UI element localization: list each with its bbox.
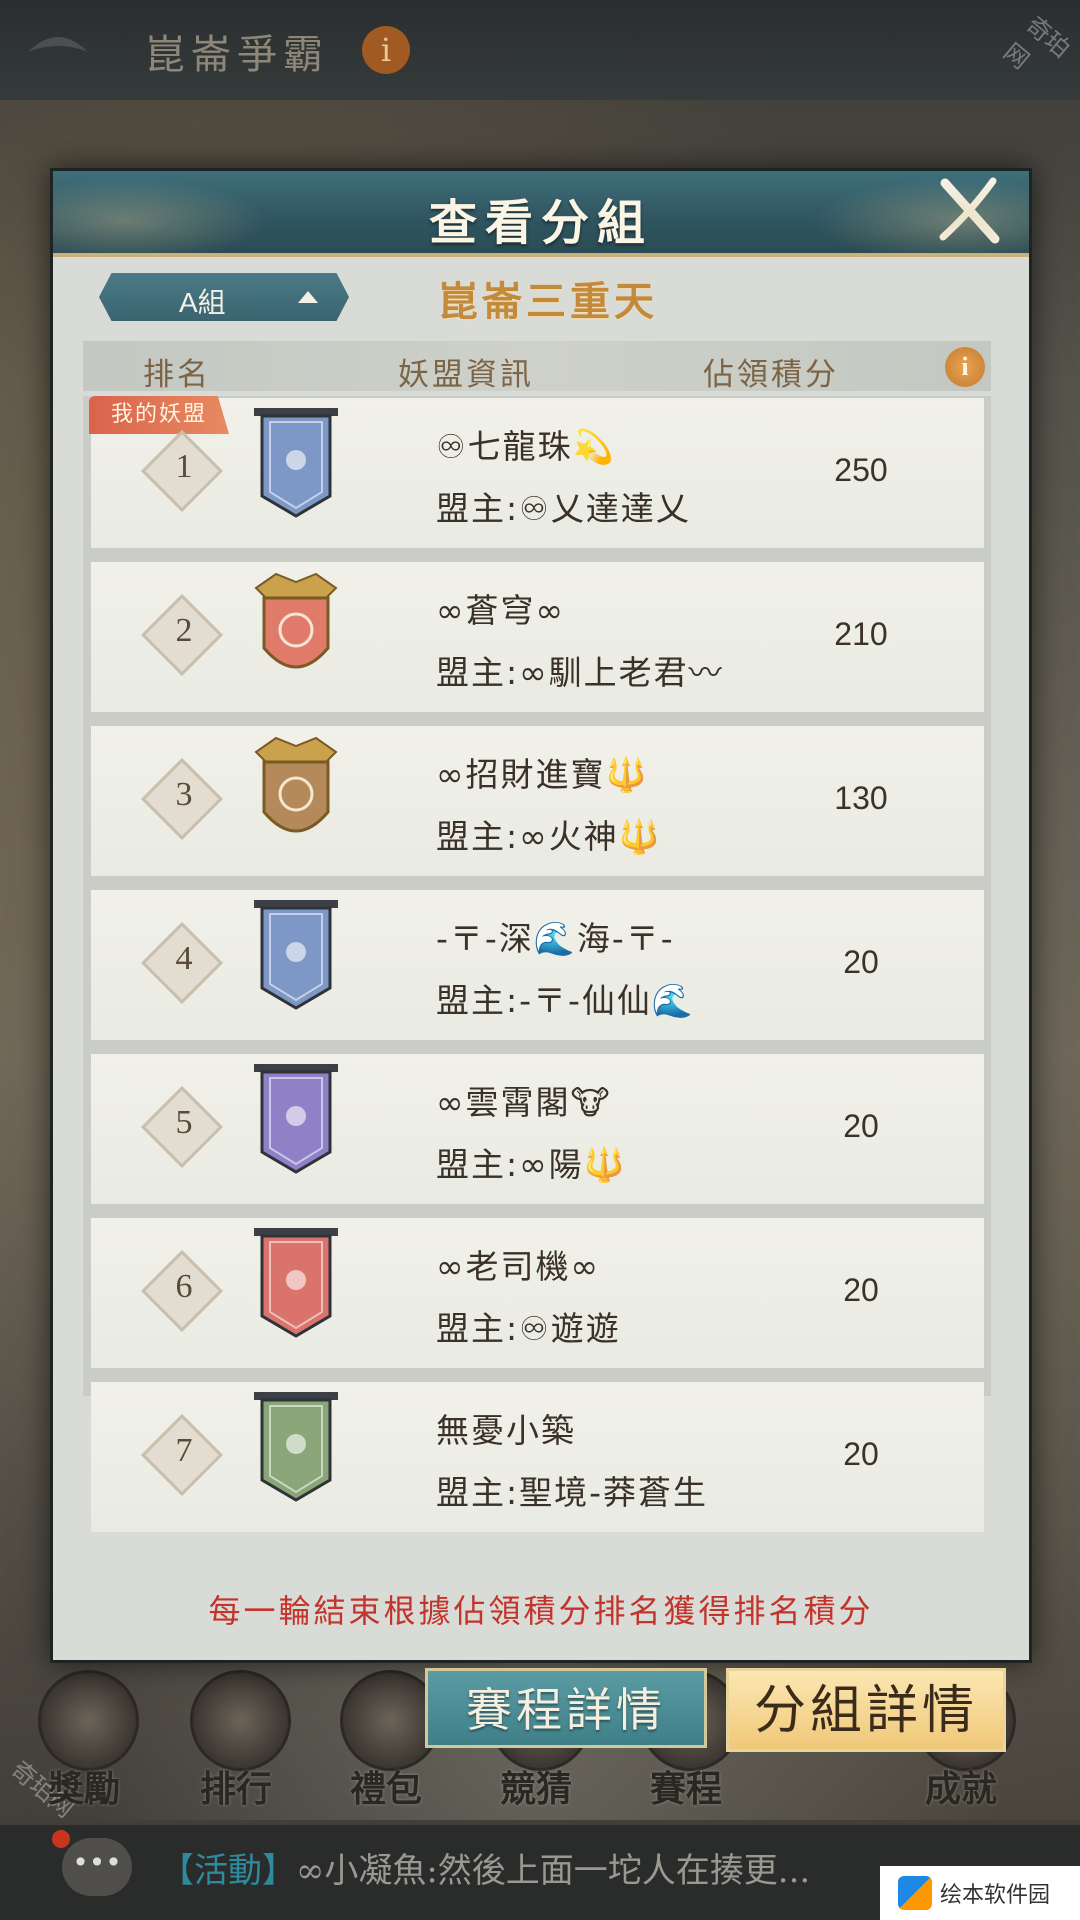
green-banner-icon <box>254 1392 338 1502</box>
nav-item-gift: 禮包 <box>350 1768 423 1810</box>
chat-message: 【活動】∞小凝魚:然後上面一坨人在揍更... <box>160 1843 810 1892</box>
chat-tag: 【活動】 <box>160 1851 296 1891</box>
nav-item-schedule: 賽程 <box>650 1768 723 1810</box>
occupation-score: 20 <box>843 1272 879 1308</box>
alliance-name: 無憂小築 <box>436 1411 576 1450</box>
blue-banner-icon <box>254 408 338 518</box>
occupation-score: 250 <box>834 452 888 488</box>
rank-number: 6 <box>175 1268 193 1305</box>
background-topbar: 崑崙爭霸 i <box>0 0 1080 100</box>
occupation-score: 20 <box>843 1108 879 1144</box>
alliance-leader: 盟主:∞陽🔱 <box>436 1145 627 1184</box>
brand-watermark: 绘本软件园 <box>880 1866 1080 1920</box>
background-info-icon: i <box>362 26 410 74</box>
alliance-leader: 盟主:聖境-莽蒼生 <box>436 1473 709 1512</box>
table-header: 排名 妖盟資訊 佔領積分 i <box>83 341 991 393</box>
modal-title: 查看分組 <box>428 195 653 251</box>
my-alliance-tag: 我的妖盟 <box>89 396 229 434</box>
alliance-row[interactable]: 我的妖盟 1 ♾七龍珠💫 盟主:♾乂達達乂 250 <box>89 396 984 548</box>
nav-item-ranking: 排行 <box>200 1768 273 1810</box>
alliance-name: -〒-深🌊海-〒- <box>436 919 675 958</box>
alliance-row[interactable]: 2 ∞蒼穹∞ 盟主:∞馴上老君〰 210 <box>91 562 984 712</box>
ranking-note: 每一輪結束根據佔領積分排名獲得排名積分 <box>208 1592 874 1630</box>
background-title: 崑崙爭霸 <box>145 32 329 78</box>
group-selector-label: A組 <box>179 287 226 318</box>
rank-number: 3 <box>175 776 193 813</box>
chat-bubble-icon[interactable]: ••• <box>62 1838 132 1896</box>
header-score: 佔領積分 <box>703 357 839 393</box>
alliance-name: ♾七龍珠💫 <box>436 427 616 466</box>
rank-number: 2 <box>175 612 193 649</box>
chat-notification-dot <box>52 1830 70 1848</box>
header-info: 妖盟資訊 <box>398 357 534 393</box>
alliance-row[interactable]: 5 ∞雲霄閣🐮 盟主:∞陽🔱 20 <box>91 1054 984 1204</box>
rank-number: 7 <box>175 1432 193 1469</box>
group-details-button[interactable]: 分組詳情 <box>726 1668 1006 1752</box>
schedule-details-button[interactable]: 賽程詳情 <box>425 1668 707 1748</box>
alliance-name: ∞招財進寶🔱 <box>436 755 649 794</box>
red-banner-icon <box>254 1228 338 1338</box>
back-arrow-icon <box>28 37 88 52</box>
tree-crest-icon <box>254 736 338 833</box>
flame-crest-icon <box>254 572 338 669</box>
chat-message-text: ∞小凝魚:然後上面一坨人在揍更... <box>296 1851 811 1891</box>
nav-item-guess: 競猜 <box>500 1768 573 1810</box>
rank-number: 5 <box>175 1104 193 1141</box>
occupation-score: 130 <box>834 780 888 816</box>
brand-logo-icon <box>898 1876 932 1910</box>
nav-item-reward: 獎勵 <box>48 1768 121 1810</box>
group-view-modal: 查看分組 A組 崑崙三重天 排名 妖盟資訊 佔領積分 i 我的妖盟 1 ♾七龍珠💫 盟… <box>50 168 1032 1663</box>
occupation-score: 20 <box>843 944 879 980</box>
blue-banner-icon <box>254 900 338 1010</box>
brand-text: 绘本软件园 <box>940 1883 1051 1908</box>
purple-banner-icon <box>254 1064 338 1174</box>
header-rank: 排名 <box>143 357 211 393</box>
ranking-icon <box>190 1670 291 1771</box>
alliance-name: ∞老司機∞ <box>436 1247 600 1286</box>
modal-header: 查看分組 <box>53 171 1029 257</box>
alliance-row[interactable]: 6 ∞老司機∞ 盟主:♾遊遊 20 <box>91 1218 984 1368</box>
group-selector-dropdown[interactable]: A組 <box>99 273 349 321</box>
alliance-leader: 盟主:∞馴上老君〰 <box>436 653 724 692</box>
rank-number: 4 <box>175 940 193 977</box>
alliance-row[interactable]: 4 -〒-深🌊海-〒- 盟主:-〒-仙仙🌊 20 <box>91 890 984 1040</box>
reward-icon <box>38 1670 139 1771</box>
alliance-leader: 盟主:♾乂達達乂 <box>436 489 691 528</box>
alliance-name: ∞蒼穹∞ <box>436 591 565 630</box>
rank-number: 1 <box>175 448 193 485</box>
close-icon[interactable] <box>935 177 1001 247</box>
alliance-leader: 盟主:-〒-仙仙🌊 <box>436 981 696 1020</box>
alliance-leader: 盟主:∞火神🔱 <box>436 817 662 856</box>
alliance-row[interactable]: 7 無憂小築盟主:聖境-莽蒼生 20 <box>91 1382 984 1532</box>
alliance-name: ∞雲霄閣🐮 <box>436 1083 612 1122</box>
nav-item-achievement: 成就 <box>925 1768 998 1810</box>
info-icon[interactable]: i <box>945 347 985 387</box>
alliance-row[interactable]: 3 ∞招財進寶🔱 盟主:∞火神🔱 130 <box>91 726 984 876</box>
chevron-up-icon <box>298 291 318 303</box>
occupation-score: 20 <box>843 1436 879 1472</box>
alliance-leader: 盟主:♾遊遊 <box>436 1309 621 1348</box>
alliance-list: 我的妖盟 1 ♾七龍珠💫 盟主:♾乂達達乂 250 2 ∞蒼穹∞ 盟主:∞馴上老君〰 210 3 ∞… <box>83 396 991 1532</box>
occupation-score: 210 <box>834 616 888 652</box>
tier-title: 崑崙三重天 <box>438 278 658 325</box>
